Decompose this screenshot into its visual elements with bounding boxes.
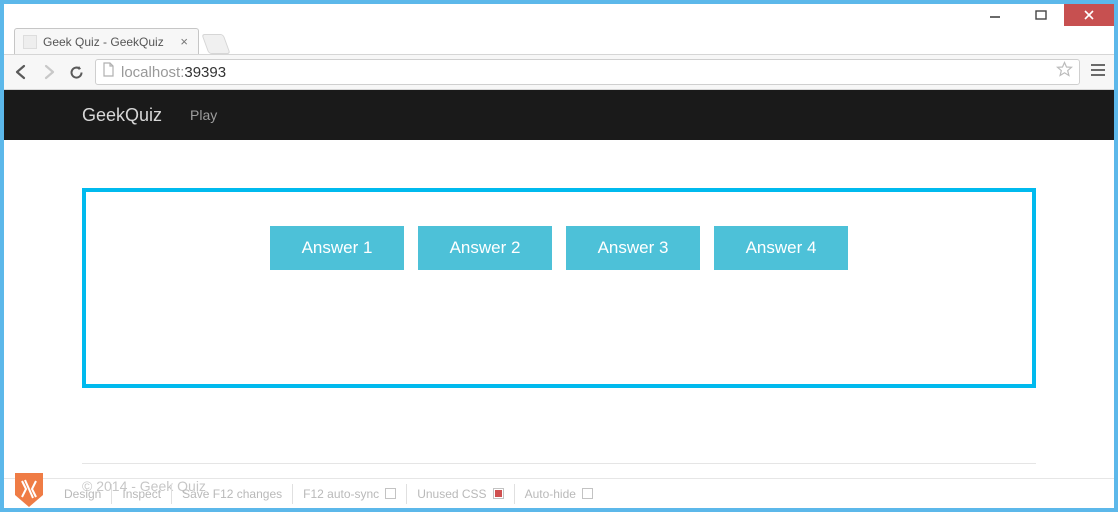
answer-row: Answer 1 Answer 2 Answer 3 Answer 4 [270, 226, 848, 270]
window-maximize-button[interactable] [1018, 4, 1064, 26]
tab-favicon [23, 35, 37, 49]
browser-toolbar: localhost:39393 [4, 54, 1114, 90]
bookmark-star-icon[interactable] [1056, 61, 1073, 83]
main-content: Answer 1 Answer 2 Answer 3 Answer 4 [4, 140, 1114, 445]
page-content: GeekQuiz Play Answer 1 Answer 2 Answer 3… [4, 90, 1114, 508]
debug-item-f12-autosync[interactable]: F12 auto-sync [293, 484, 407, 504]
window-minimize-button[interactable] [972, 4, 1018, 26]
browser-menu-button[interactable] [1090, 63, 1106, 82]
checkbox-icon[interactable] [385, 488, 396, 499]
tab-close-icon[interactable]: × [178, 34, 190, 49]
forward-button[interactable] [40, 63, 58, 81]
quiz-box: Answer 1 Answer 2 Answer 3 Answer 4 [82, 188, 1036, 388]
reload-button[interactable] [68, 64, 85, 81]
debug-item-unused-css[interactable]: Unused CSS [407, 484, 514, 504]
url-host: localhost: [121, 64, 184, 81]
back-button[interactable] [12, 63, 30, 81]
site-navbar: GeekQuiz Play [4, 90, 1114, 140]
address-bar-url: localhost:39393 [121, 64, 1050, 81]
debug-item-save-f12[interactable]: Save F12 changes [172, 484, 293, 504]
answer-button-2[interactable]: Answer 2 [418, 226, 552, 270]
browser-tab[interactable]: Geek Quiz - GeekQuiz × [14, 28, 199, 54]
debug-item-design[interactable]: Design [54, 484, 112, 504]
url-port: 39393 [184, 64, 226, 81]
page-icon [102, 62, 115, 82]
answer-button-4[interactable]: Answer 4 [714, 226, 848, 270]
window-close-button[interactable] [1064, 4, 1114, 26]
checkbox-icon[interactable] [582, 488, 593, 499]
address-bar[interactable]: localhost:39393 [95, 59, 1080, 85]
tab-title: Geek Quiz - GeekQuiz [43, 35, 178, 49]
checkbox-icon[interactable] [493, 488, 504, 499]
debug-toolbar: Design Inspect Save F12 changes F12 auto… [4, 478, 1114, 508]
new-tab-button[interactable] [201, 34, 230, 54]
nav-link-play[interactable]: Play [190, 107, 217, 123]
browserlink-badge-icon [12, 471, 46, 509]
browser-window: Geek Quiz - GeekQuiz × localhost:39393 [4, 4, 1114, 508]
debug-item-auto-hide[interactable]: Auto-hide [515, 484, 603, 504]
answer-button-1[interactable]: Answer 1 [270, 226, 404, 270]
debug-item-inspect[interactable]: Inspect [112, 484, 172, 504]
answer-button-3[interactable]: Answer 3 [566, 226, 700, 270]
window-titlebar [4, 4, 1114, 26]
browser-tabbar: Geek Quiz - GeekQuiz × [4, 26, 1114, 54]
brand[interactable]: GeekQuiz [82, 105, 162, 126]
